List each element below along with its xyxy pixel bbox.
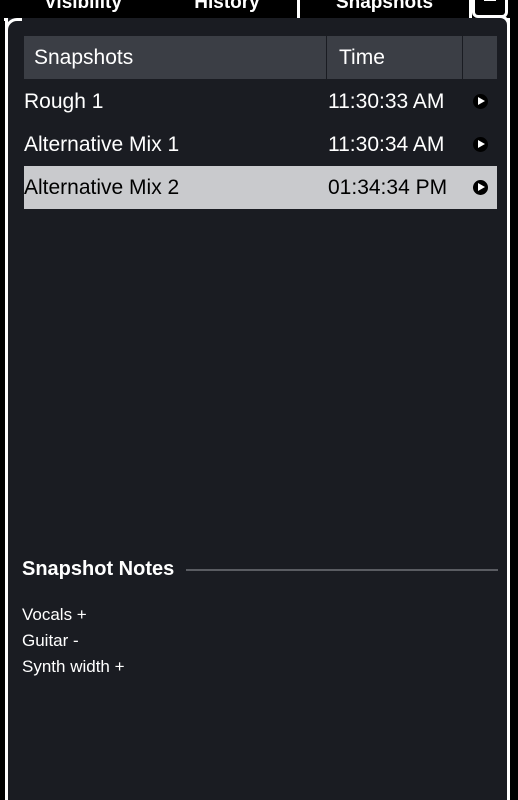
snapshot-notes-title: Snapshot Notes (22, 558, 175, 580)
divider (186, 568, 498, 571)
table-row[interactable]: Rough 1 11:30:33 AM (24, 80, 497, 123)
play-icon[interactable] (472, 137, 488, 152)
column-header-time[interactable]: Time (327, 36, 463, 79)
tab-snapshots[interactable]: Snapshots (300, 0, 469, 20)
play-icon[interactable] (472, 180, 488, 195)
column-header-snapshots[interactable]: Snapshots (24, 36, 327, 79)
tab-history[interactable]: History (190, 0, 264, 20)
snapshots-panel: Snapshots Time Rough 1 11:30:33 AM Alter… (5, 15, 510, 800)
note-line: Synth width + (22, 657, 125, 676)
snapshot-time: 11:30:34 AM (328, 132, 445, 156)
tab-visibility[interactable]: Visibility (38, 0, 128, 20)
snapshot-name: Alternative Mix 2 (24, 175, 180, 199)
snapshot-name: Rough 1 (24, 89, 104, 113)
hamburger-menu-icon (484, 0, 496, 1)
snapshot-time: 01:34:34 PM (328, 175, 448, 199)
note-line: Guitar - (22, 631, 79, 650)
note-line: Vocals + (22, 605, 87, 624)
snapshots-window: Visibility History Snapshots Snapshots T… (0, 0, 518, 800)
snapshot-notes-header: Snapshot Notes (22, 558, 498, 581)
column-header-action (463, 36, 497, 79)
snapshot-time: 11:30:33 AM (328, 89, 445, 113)
table-row[interactable]: Alternative Mix 1 11:30:34 AM (24, 123, 497, 166)
play-icon[interactable] (472, 94, 488, 109)
snapshot-name: Alternative Mix 1 (24, 132, 180, 156)
table-row-selected[interactable]: Alternative Mix 2 01:34:34 PM (24, 166, 497, 209)
snapshot-notes-text[interactable]: Vocals + Guitar - Synth width + (22, 602, 125, 680)
snapshots-list: Rough 1 11:30:33 AM Alternative Mix 1 11… (24, 80, 497, 209)
snapshots-table-header: Snapshots Time (24, 36, 497, 79)
